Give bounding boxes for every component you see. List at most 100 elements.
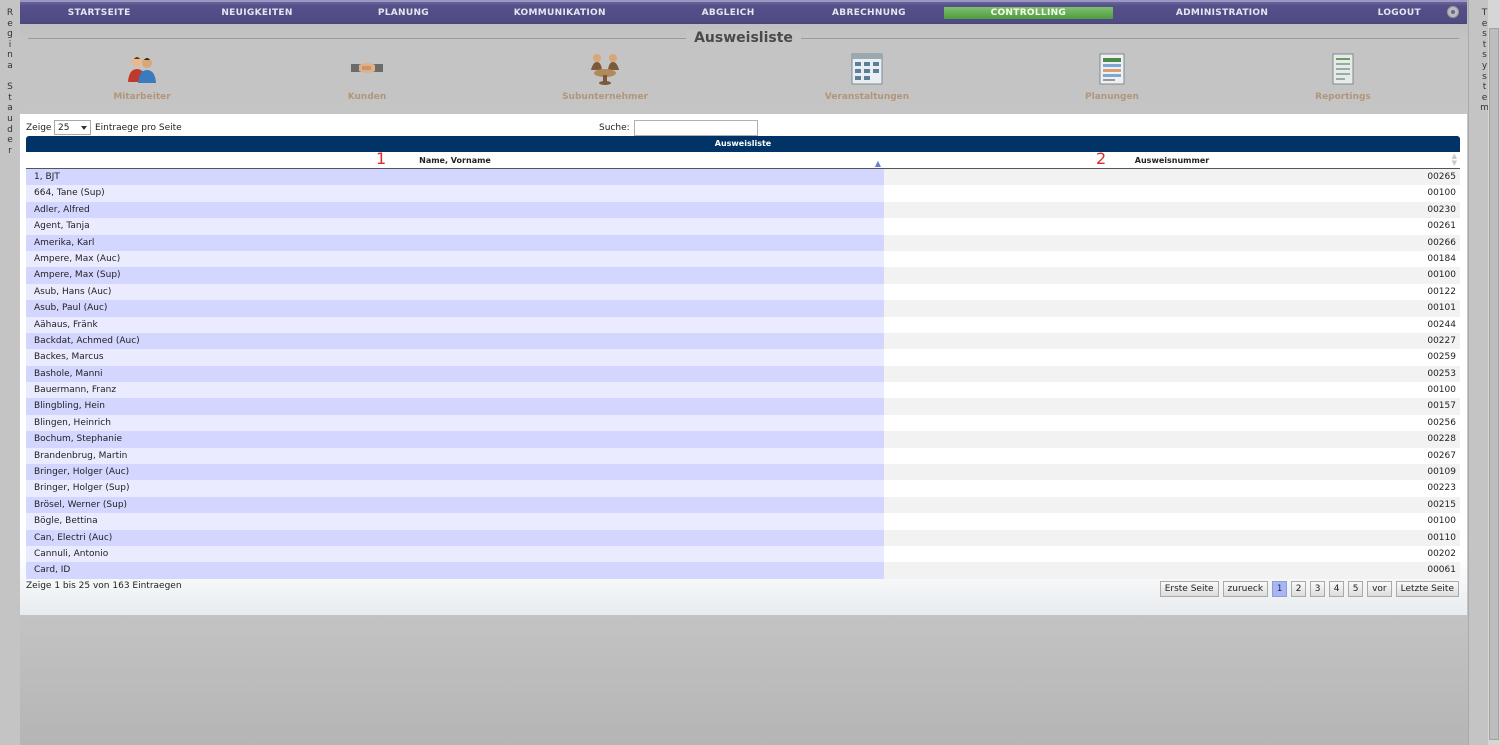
vertical-letter: a: [7, 60, 13, 71]
table-row[interactable]: Aähaus, Fränk 00244: [26, 316, 1460, 333]
cell-name: Blingen, Heinrich: [26, 414, 884, 432]
table-row[interactable]: Bashole, Manni 00253: [26, 365, 1460, 383]
search-input[interactable]: [634, 120, 758, 136]
cell-name: Ampere, Max (Sup): [26, 267, 884, 284]
table-row[interactable]: Asub, Paul (Auc) 00101: [26, 300, 1460, 317]
table-row[interactable]: Blingen, Heinrich 00256: [26, 414, 1460, 432]
column-label: Ausweisnummer: [1134, 156, 1210, 165]
settings-icon[interactable]: [1447, 6, 1459, 18]
table-row[interactable]: Bochum, Stephanie 00228: [26, 431, 1460, 448]
module-label: Subunternehmer: [562, 92, 648, 102]
cell-name: Asub, Paul (Auc): [26, 300, 884, 317]
nav-administration[interactable]: ADMINISTRATION: [1113, 7, 1332, 19]
nav-abgleich[interactable]: ABGLEICH: [648, 7, 807, 19]
cell-name: Can, Electri (Auc): [26, 529, 884, 546]
vertical-letter: d: [7, 124, 13, 135]
page-button-2[interactable]: 2: [1291, 581, 1307, 597]
nav-neuigkeiten[interactable]: NEUIGKEITEN: [177, 7, 336, 19]
last-page-button[interactable]: Letzte Seite: [1395, 581, 1459, 597]
cell-ausweisnummer: 00227: [884, 332, 1460, 350]
table-row[interactable]: Can, Electri (Auc) 00110: [26, 529, 1460, 546]
vertical-letter: T: [1481, 8, 1488, 18]
vertical-letter: e: [7, 18, 13, 29]
table-row[interactable]: Amerika, Karl 00266: [26, 234, 1460, 251]
next-page-button[interactable]: vor: [1367, 581, 1392, 597]
table-row[interactable]: Backdat, Achmed (Auc) 00227: [26, 332, 1460, 350]
table-row[interactable]: 664, Tane (Sup) 00100: [26, 185, 1460, 202]
cell-ausweisnummer: 00061: [884, 562, 1460, 579]
cell-name: Bashole, Manni: [26, 365, 884, 383]
module-subunternehmer[interactable]: Subunternehmer: [535, 52, 675, 102]
cell-name: Backdat, Achmed (Auc): [26, 332, 884, 350]
vertical-letter: i: [8, 39, 12, 50]
module-planungen[interactable]: Planungen: [1042, 52, 1182, 102]
column-header-ausweisnummer[interactable]: 2 Ausweisnummer ▲ ▼: [884, 150, 1460, 168]
cell-ausweisnummer: 00265: [884, 169, 1460, 186]
scrollbar[interactable]: [1488, 0, 1500, 745]
table-row[interactable]: Agent, Tanja 00261: [26, 218, 1460, 235]
table-row[interactable]: 1, BJT 00265: [26, 169, 1460, 186]
table-row[interactable]: Asub, Hans (Auc) 00122: [26, 283, 1460, 301]
nav-kommunikation[interactable]: KOMMUNIKATION: [471, 7, 648, 19]
vertical-letter: t: [1482, 39, 1487, 50]
cell-ausweisnummer: 00202: [884, 545, 1460, 563]
table-row[interactable]: Card, ID 00061: [26, 562, 1460, 579]
cell-name: Bauermann, Franz: [26, 382, 884, 399]
page-button-4[interactable]: 4: [1329, 581, 1345, 597]
table-row[interactable]: Adler, Alfred 00230: [26, 201, 1460, 219]
column-marker: 1: [376, 149, 387, 168]
table-row[interactable]: Bauermann, Franz 00100: [26, 382, 1460, 399]
cell-ausweisnummer: 00122: [884, 283, 1460, 301]
vertical-letter: s: [1482, 71, 1487, 82]
table-row[interactable]: Blingbling, Hein 00157: [26, 398, 1460, 415]
cell-ausweisnummer: 00100: [884, 513, 1460, 530]
cell-ausweisnummer: 00230: [884, 201, 1460, 219]
nav-planung[interactable]: PLANUNG: [340, 7, 467, 19]
cell-ausweisnummer: 00256: [884, 414, 1460, 432]
previous-page-button[interactable]: zurueck: [1222, 581, 1269, 597]
table-row[interactable]: Bringer, Holger (Auc) 00109: [26, 464, 1460, 481]
scrollbar-thumb[interactable]: [1489, 28, 1499, 740]
module-reportings[interactable]: Reportings: [1273, 52, 1413, 102]
cell-ausweisnummer: 00100: [884, 185, 1460, 202]
module-mitarbeiter[interactable]: Mitarbeiter: [72, 52, 212, 102]
table-row[interactable]: Backes, Marcus 00259: [26, 349, 1460, 366]
cell-name: 664, Tane (Sup): [26, 185, 884, 202]
cell-name: Bögle, Bettina: [26, 513, 884, 530]
vertical-letter: e: [1481, 92, 1488, 103]
cell-name: Blingbling, Hein: [26, 398, 884, 415]
table-row[interactable]: Bögle, Bettina 00100: [26, 513, 1460, 530]
cell-ausweisnummer: 00266: [884, 234, 1460, 251]
column-header-name[interactable]: 1 Name, Vorname ▲: [26, 149, 884, 168]
module-bar: Mitarbeiter Kunden Subunternehmer Verans…: [20, 52, 1467, 104]
module-kunden[interactable]: Kunden: [297, 52, 437, 102]
cell-name: Bringer, Holger (Sup): [26, 480, 884, 497]
table-row[interactable]: Cannuli, Antonio 00202: [26, 545, 1460, 563]
vertical-letter: r: [8, 145, 12, 156]
module-label: Planungen: [1085, 92, 1139, 102]
table-row[interactable]: Brösel, Werner (Sup) 00215: [26, 496, 1460, 514]
people-icon: [125, 52, 159, 86]
vertical-letter: s: [1482, 50, 1487, 61]
page-button-1[interactable]: 1: [1272, 581, 1288, 597]
table-row[interactable]: Ampere, Max (Auc) 00184: [26, 250, 1460, 268]
nav-startseite[interactable]: STARTSEITE: [21, 7, 177, 19]
page-title: Ausweisliste: [20, 30, 1467, 46]
module-label: Veranstaltungen: [824, 92, 910, 102]
table-row[interactable]: Brandenbrug, Martin 00267: [26, 447, 1460, 465]
module-veranstaltungen[interactable]: Veranstaltungen: [797, 52, 937, 102]
first-page-button[interactable]: Erste Seite: [1159, 581, 1219, 597]
report-icon: [1326, 52, 1360, 86]
table-row[interactable]: Bringer, Holger (Sup) 00223: [26, 480, 1460, 497]
handshake-icon: [350, 52, 384, 86]
table-row[interactable]: Ampere, Max (Sup) 00100: [26, 267, 1460, 284]
page-size-select[interactable]: 25: [54, 120, 91, 135]
nav-controlling[interactable]: CONTROLLING: [944, 7, 1113, 19]
vertical-letter: e: [7, 135, 13, 146]
page-button-5[interactable]: 5: [1348, 581, 1364, 597]
nav-abrechnung[interactable]: ABRECHNUNG: [808, 7, 930, 19]
cell-name: Adler, Alfred: [26, 201, 884, 219]
page-button-3[interactable]: 3: [1310, 581, 1326, 597]
cell-name: Asub, Hans (Auc): [26, 283, 884, 301]
page-header: Ausweisliste Mitarbeiter Kunden Subunter…: [20, 24, 1467, 114]
